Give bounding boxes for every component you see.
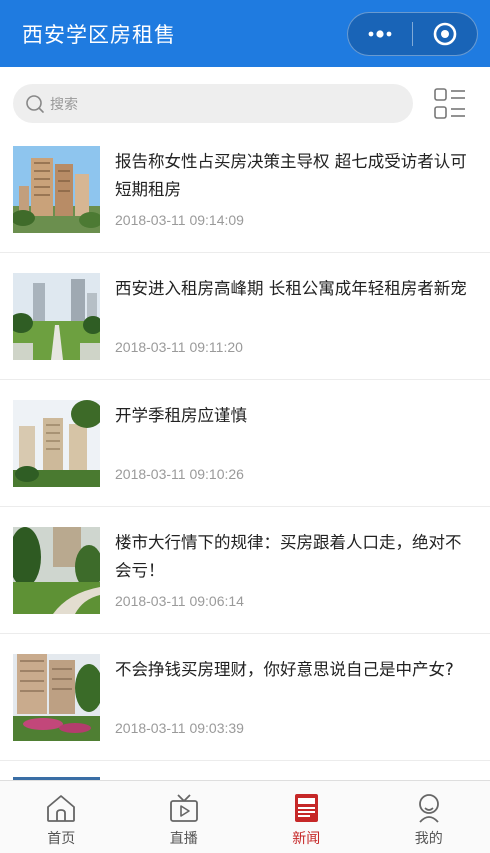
more-button[interactable] [348, 13, 412, 55]
close-mini-program-button[interactable] [413, 13, 477, 55]
news-thumbnail [13, 654, 100, 741]
page-title: 西安学区房租售 [22, 23, 176, 47]
search-placeholder: 搜索 [50, 96, 78, 113]
news-item[interactable]: 开学季租房应谨慎 2018-03-11 09:10:26 [0, 380, 490, 507]
news-date: 2018-03-11 09:10:26 [115, 466, 244, 482]
news-list: 报告称女性占买房决策主导权 超七成受访者认可短期租房 2018-03-11 09… [0, 126, 490, 761]
news-item[interactable]: 楼市大行情下的规律：买房跟着人口走，绝对不会亏！ 2018-03-11 09:0… [0, 507, 490, 634]
tab-label: 我的 [414, 831, 443, 847]
news-title: 报告称女性占买房决策主导权 超七成受访者认可短期租房 [115, 152, 467, 199]
news-item[interactable]: 报告称女性占买房决策主导权 超七成受访者认可短期租房 2018-03-11 09… [0, 126, 490, 253]
tab-mine[interactable]: 我的 [368, 781, 490, 853]
news-thumbnail [13, 400, 100, 487]
bottom-tab-bar: 首页 直播 新闻 我的 [0, 780, 490, 853]
list-layout-icon[interactable] [433, 87, 467, 121]
news-thumbnail [13, 273, 100, 360]
news-date: 2018-03-11 09:06:14 [115, 593, 244, 609]
search-icon [26, 94, 44, 113]
news-title: 开学季租房应谨慎 [115, 406, 247, 425]
tv-icon [169, 794, 198, 822]
tab-label: 直播 [169, 831, 198, 847]
news-item[interactable]: 不会挣钱买房理财，你好意思说自己是中产女? 2018-03-11 09:03:3… [0, 634, 490, 761]
news-date: 2018-03-11 09:03:39 [115, 720, 244, 736]
news-thumbnail [13, 146, 100, 233]
news-thumbnail [13, 527, 100, 614]
tab-home[interactable]: 首页 [0, 781, 123, 853]
tab-label: 新闻 [292, 831, 321, 847]
home-icon [47, 795, 76, 822]
news-date: 2018-03-11 09:14:09 [115, 212, 244, 228]
news-item[interactable]: 西安进入租房高峰期 长租公寓成年轻租房者新宠 2018-03-11 09:11:… [0, 253, 490, 380]
tab-label: 首页 [47, 831, 76, 847]
tab-news[interactable]: 新闻 [245, 781, 368, 853]
news-date: 2018-03-11 09:11:20 [115, 339, 243, 355]
news-title: 楼市大行情下的规律：买房跟着人口走，绝对不会亏！ [115, 533, 462, 580]
newspaper-icon [295, 794, 319, 822]
app-header: 西安学区房租售 [0, 0, 490, 67]
search-input[interactable]: 搜索 [13, 84, 413, 123]
user-icon [418, 794, 439, 823]
news-title: 不会挣钱买房理财，你好意思说自己是中产女? [115, 660, 454, 679]
mini-program-capsule [347, 12, 478, 56]
target-close-icon [433, 22, 457, 46]
tab-live[interactable]: 直播 [123, 781, 246, 853]
more-dots-icon [368, 30, 392, 38]
news-title: 西安进入租房高峰期 长租公寓成年轻租房者新宠 [115, 279, 467, 298]
